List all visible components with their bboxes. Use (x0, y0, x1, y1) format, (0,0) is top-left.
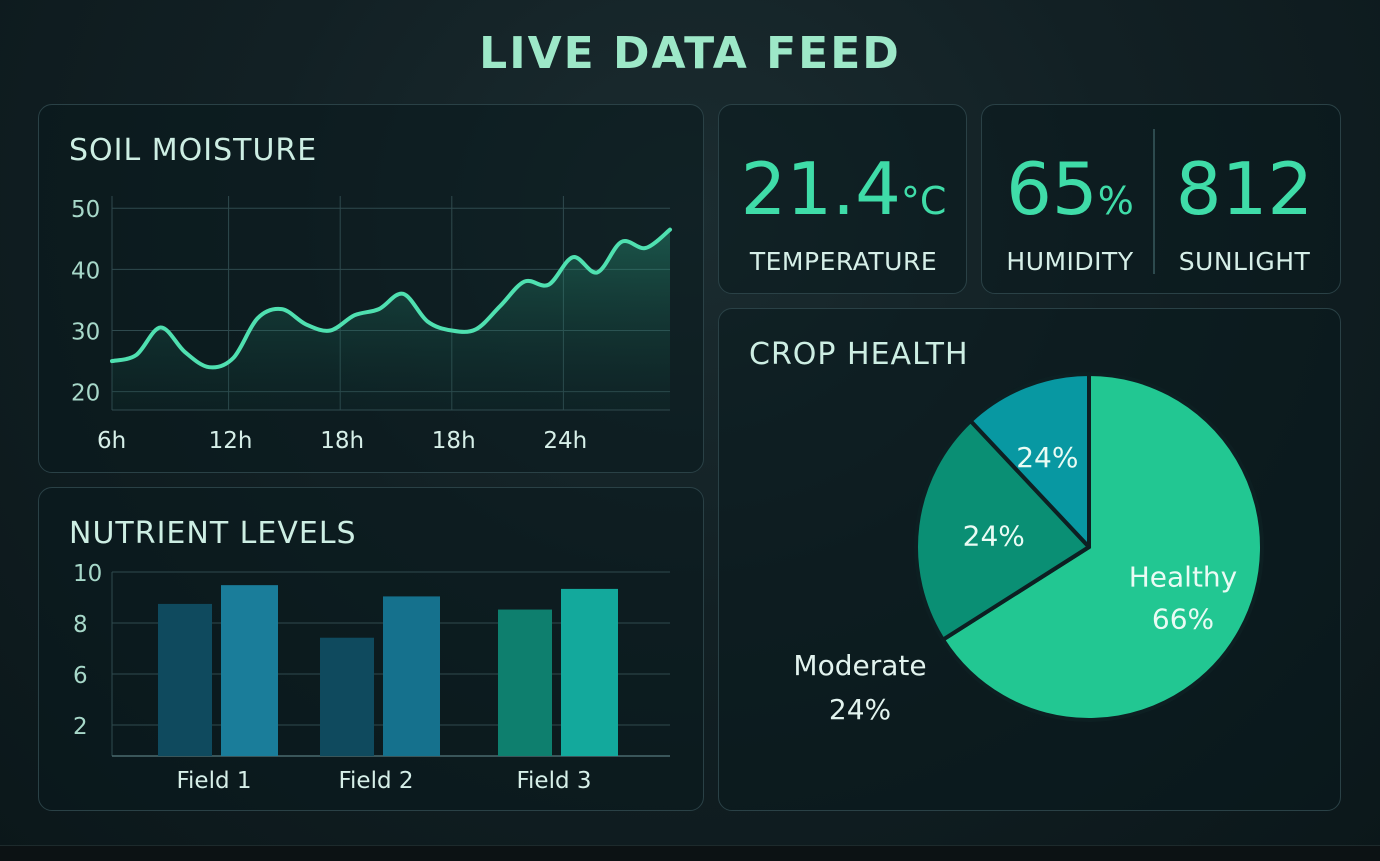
nutrient-levels-chart: 10 8 6 2 Field 1 Field 2 Field 3 (73, 561, 670, 794)
y-tick-label: 10 (73, 561, 102, 587)
y-tick-label: 2 (73, 714, 88, 740)
sunlight-label: SUNLIGHT (1178, 247, 1311, 276)
y-tick-label: 6 (73, 663, 88, 689)
pie-outside-value: 24% (829, 693, 891, 726)
nutrient-bar (320, 637, 374, 756)
temperature-panel: 21.4°C TEMPERATURE (718, 104, 967, 294)
humidity-value: 65 (1006, 147, 1098, 231)
page-title: LIVE DATA FEED (479, 28, 901, 79)
temperature-unit: °C (900, 179, 947, 223)
soil-moisture-panel: SOIL MOISTURE 20 30 40 50 6h 12h 18h 18h 24h (38, 104, 704, 473)
nutrient-bar (383, 596, 440, 756)
sunlight-stat: 812 SUNLIGHT (1162, 153, 1327, 276)
sunlight-value: 812 (1175, 147, 1314, 231)
pie-slice-value: 66% (1152, 603, 1214, 636)
temperature-value-row: 21.4°C (719, 153, 968, 225)
soil-moisture-chart: 20 30 40 50 6h 12h 18h 18h 24h (71, 196, 672, 454)
crop-health-chart: Healthy 66% 24% 24% Moderate 24% (793, 372, 1264, 726)
pie-slice-value: 24% (963, 520, 1025, 553)
y-tick-label: 8 (73, 612, 88, 638)
x-tick-label: 12h (209, 428, 253, 454)
nutrient-bar (498, 609, 552, 756)
temperature-value: 21.4 (740, 147, 901, 231)
y-tick-label: 50 (71, 197, 100, 223)
temperature-label: TEMPERATURE (749, 247, 938, 276)
humidity-label: HUMIDITY (1006, 247, 1134, 276)
x-tick-label: 24h (543, 428, 587, 454)
pie-slice-label: Healthy (1129, 561, 1238, 594)
nutrient-bar (158, 603, 212, 756)
humidity-stat: 65% HUMIDITY (990, 153, 1150, 276)
screen-bezel (0, 845, 1380, 861)
nutrient-bar (561, 588, 618, 756)
nutrient-levels-panel: NUTRIENT LEVELS 10 8 6 2 Field 1 Field 2 Field… (38, 487, 704, 811)
pie-outside-label: Moderate (793, 649, 926, 682)
y-tick-label: 40 (71, 258, 100, 284)
nutrient-bar (221, 585, 278, 756)
crop-health-panel: CROP HEALTH Healthy 66% 24% 24% Moderate 24% (718, 308, 1341, 811)
dashboard-screen: LIVE DATA FEED SOIL MOISTURE 20 30 40 50 6h 1… (0, 0, 1380, 861)
x-category-label: Field 1 (176, 768, 251, 794)
stat-divider (1153, 129, 1155, 274)
x-tick-label: 18h (320, 428, 364, 454)
x-category-label: Field 2 (338, 768, 413, 794)
y-tick-label: 30 (71, 320, 100, 346)
temperature-stat: 21.4°C TEMPERATURE (719, 153, 968, 276)
pie-slice-value: 24% (1016, 441, 1078, 474)
x-category-label: Field 3 (516, 768, 591, 794)
humidity-unit: % (1097, 179, 1134, 223)
soil-area-fill (112, 229, 670, 410)
humidity-sunlight-panel: 65% HUMIDITY 812 SUNLIGHT (981, 104, 1341, 294)
humidity-value-row: 65% (990, 153, 1150, 225)
x-tick-label: 18h (432, 428, 476, 454)
x-tick-label: 6h (97, 428, 126, 454)
y-tick-label: 20 (71, 381, 100, 407)
